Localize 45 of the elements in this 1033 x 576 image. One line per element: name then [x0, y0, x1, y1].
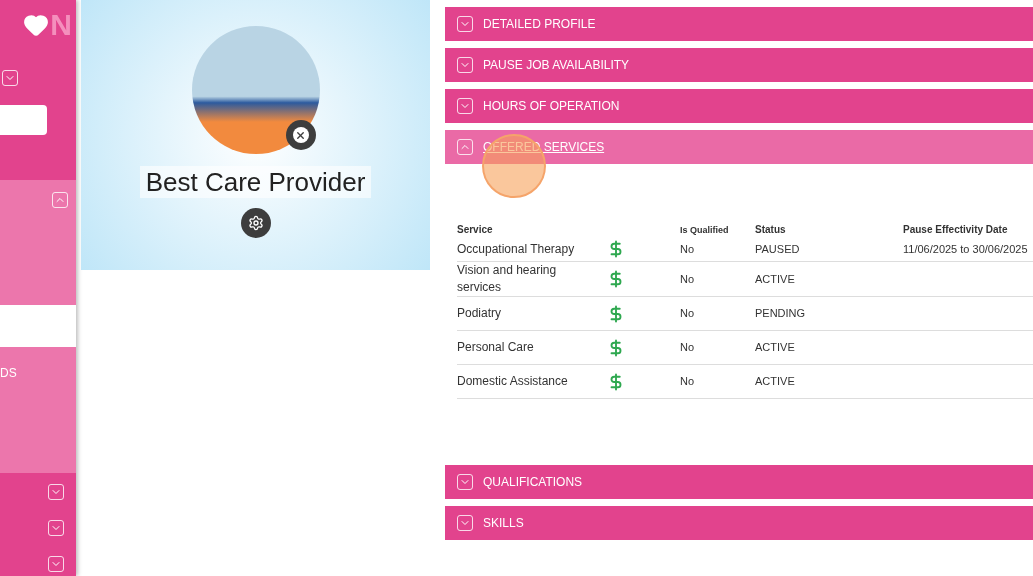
column-header: Is Qualified [680, 223, 730, 237]
expand-toggle-icon[interactable] [2, 69, 18, 86]
expand-toggle-icon[interactable] [48, 484, 64, 500]
expand-toggle-icon[interactable] [48, 520, 64, 536]
menu-label[interactable]: DS [0, 366, 17, 380]
table-cell-text: Occupational Therapy [457, 240, 576, 258]
table-cell-text: PENDING [755, 306, 807, 322]
table-cell-text: No [680, 306, 696, 322]
logo-text: N [50, 10, 72, 40]
table-cell-text: Podiatry [457, 305, 503, 322]
table-cell-text: No [680, 340, 696, 356]
expand-toggle-icon[interactable] [457, 16, 473, 32]
table-cell-text: Domestic Assistance [457, 373, 569, 390]
column-header: Status [755, 223, 787, 237]
table-cell-text: Vision and hearing services [457, 262, 558, 296]
section-header[interactable]: QUALIFICATIONS [445, 465, 1033, 499]
section-header[interactable]: DETAILED PROFILE [445, 7, 1033, 41]
expand-toggle-icon[interactable] [457, 515, 473, 531]
expand-toggle-icon[interactable] [457, 474, 473, 490]
table-cell-text: PAUSED [755, 241, 801, 257]
table-cell-text: No [680, 241, 696, 257]
expand-toggle-icon[interactable] [48, 556, 64, 572]
settings-button[interactable] [240, 208, 271, 238]
table-cell-text: No [680, 271, 696, 287]
table-cell-text: 11/06/2025 to 30/06/2025 [903, 241, 1028, 257]
column-header: Pause Effectivity Date [903, 223, 1008, 237]
close-icon [295, 129, 306, 141]
column-header: Service [457, 223, 494, 237]
collapse-toggle-icon[interactable] [457, 139, 473, 155]
table-cell-text: ACTIVE [755, 340, 796, 356]
table-cell-text: No [680, 374, 696, 390]
section-header[interactable]: SKILLS [445, 506, 1033, 540]
table-cell-text: ACTIVE [755, 374, 796, 390]
section-header[interactable]: OFFERED SERVICES [445, 130, 1033, 164]
heart-logo-icon [23, 12, 50, 38]
settings-icon [247, 215, 264, 231]
search-field[interactable] [0, 105, 47, 135]
table-cell-text: Personal Care [457, 339, 535, 356]
table-cell-text: ACTIVE [755, 271, 796, 287]
section-header[interactable]: HOURS OF OPERATION [445, 89, 1033, 123]
section-header[interactable]: PAUSE JOB AVAILABILITY [445, 48, 1033, 82]
provider-name: Best Care Provider [139, 166, 372, 198]
expand-toggle-icon[interactable] [457, 98, 473, 114]
expand-toggle-icon[interactable] [457, 57, 473, 73]
collapse-toggle-icon[interactable] [52, 192, 68, 208]
